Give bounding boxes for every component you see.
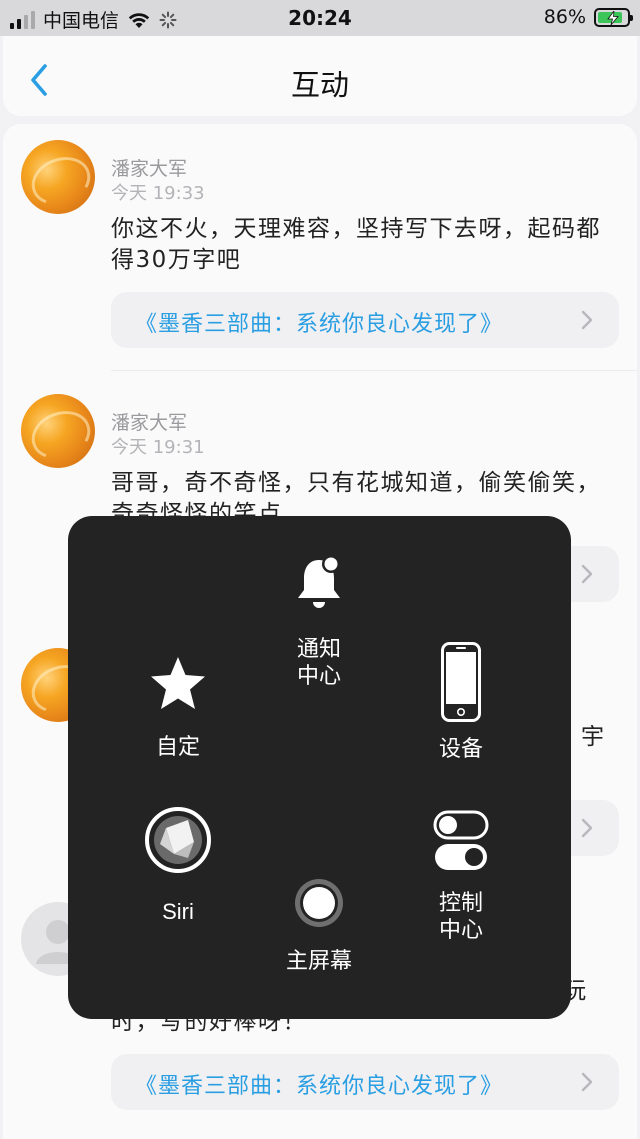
chevron-right-icon bbox=[581, 310, 593, 330]
avatar[interactable] bbox=[21, 394, 95, 468]
control-center-label-1: 控制 bbox=[438, 891, 483, 916]
phone-icon bbox=[441, 642, 481, 722]
divider bbox=[111, 370, 637, 371]
book-link[interactable]: 《墨香三部曲：系统你良心发现了》 bbox=[111, 1054, 619, 1110]
book-link-title: 《墨香三部曲：系统你良心发现了》 bbox=[135, 1074, 504, 1099]
control-center-label-2: 中心 bbox=[438, 918, 483, 943]
chevron-right-icon bbox=[581, 564, 593, 584]
control-center-button[interactable]: 控制 中心 bbox=[411, 810, 511, 944]
comment-time: 今天 19:31 bbox=[111, 437, 205, 458]
toggle-switches-icon bbox=[433, 810, 489, 870]
custom-label: 自定 bbox=[155, 735, 200, 760]
home-button-icon bbox=[295, 879, 343, 927]
battery-percent: 86% bbox=[543, 6, 586, 28]
comment-username[interactable]: 潘家大军 bbox=[111, 408, 187, 435]
notification-center-button[interactable]: 通知 中心 bbox=[269, 552, 369, 690]
home-button[interactable]: 主屏幕 bbox=[269, 876, 369, 975]
comment-time: 今天 19:33 bbox=[111, 183, 205, 204]
bell-icon bbox=[298, 555, 340, 608]
comment-text: 你这不火，天理难容，坚持写下去呀，起码都得30万字吧 bbox=[111, 216, 601, 273]
notification-center-label-2: 中心 bbox=[296, 664, 341, 689]
siri-icon bbox=[145, 807, 211, 873]
chevron-right-icon bbox=[581, 1072, 593, 1092]
siri-label: Siri bbox=[162, 899, 194, 924]
navigation-bar: 互动 bbox=[3, 36, 637, 116]
device-label: 设备 bbox=[438, 737, 483, 762]
book-link-title: 《墨香三部曲：系统你良心发现了》 bbox=[135, 312, 504, 337]
star-icon bbox=[151, 657, 205, 709]
battery-charging-icon bbox=[594, 7, 633, 27]
notification-center-label-1: 通知 bbox=[296, 637, 341, 662]
book-link[interactable]: 《墨香三部曲：系统你良心发现了》 bbox=[111, 292, 619, 348]
siri-button[interactable]: Siri bbox=[128, 806, 228, 925]
custom-button[interactable]: 自定 bbox=[128, 654, 228, 761]
avatar[interactable] bbox=[21, 140, 95, 214]
home-label: 主屏幕 bbox=[285, 949, 352, 974]
status-bar: 中国电信 20:24 86% bbox=[0, 0, 640, 36]
comment-username[interactable]: 潘家大军 bbox=[111, 154, 187, 181]
page-title: 互动 bbox=[290, 68, 349, 102]
assistive-touch-menu: 通知 中心 自定 设备 Siri 控制 中心 主屏幕 bbox=[68, 516, 571, 1019]
comment-text-tail: 宇 bbox=[581, 724, 606, 750]
device-button[interactable]: 设备 bbox=[411, 642, 511, 763]
chevron-right-icon bbox=[581, 818, 593, 838]
